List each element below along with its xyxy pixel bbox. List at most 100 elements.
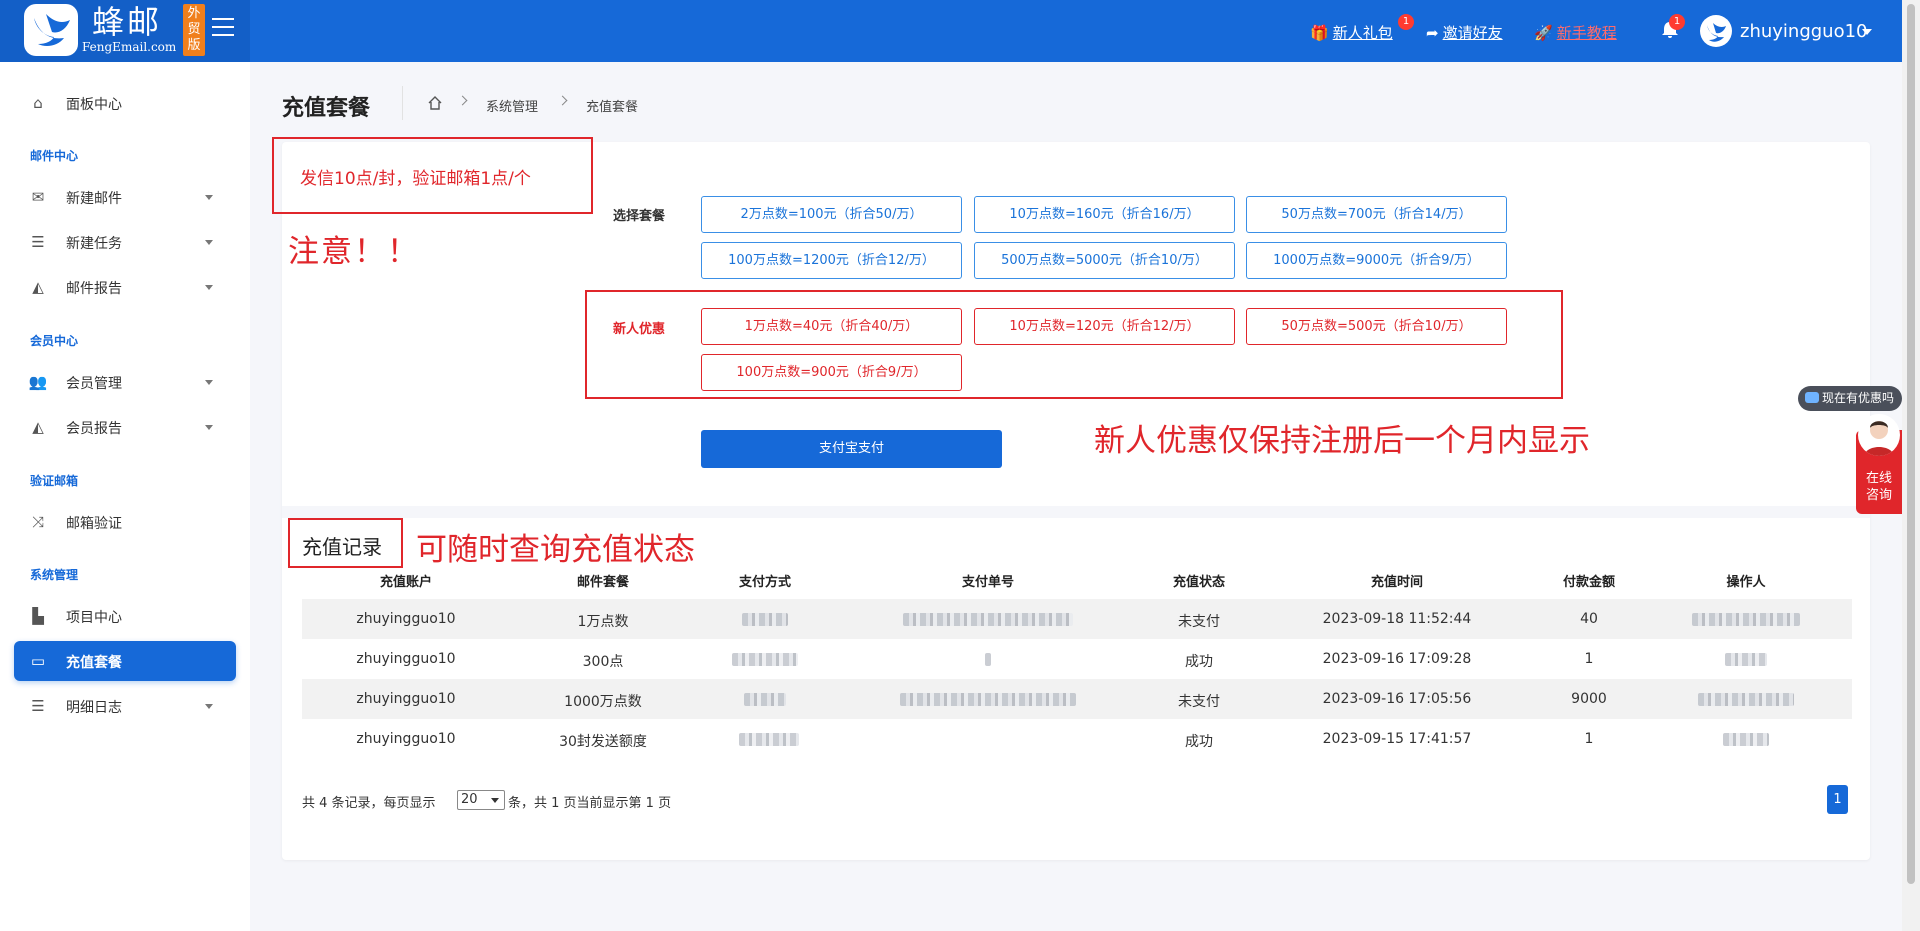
promo-label: 新人优惠	[613, 322, 666, 337]
sidebar-item-new-mail[interactable]: ✉ 新建邮件	[14, 177, 236, 217]
chevron-down-icon	[205, 425, 213, 430]
redacted-payment-method	[742, 613, 788, 626]
redacted-payment-method	[744, 693, 786, 706]
chevron-down-icon	[205, 704, 213, 709]
chevron-down-icon[interactable]	[1862, 29, 1872, 35]
pager-summary-suffix: 条，共 1 页当前显示第 1 页	[508, 796, 672, 811]
list-icon: ☰	[31, 233, 45, 251]
page-scrollbar[interactable]	[1902, 0, 1920, 931]
sidebar-group-member: 会员中心	[30, 334, 79, 348]
page-size-select[interactable]: 20	[457, 790, 505, 810]
chevron-down-icon	[205, 380, 213, 385]
sidebar-item-detail-log[interactable]: ☰ 明细日志	[14, 686, 236, 726]
home-icon[interactable]	[427, 95, 443, 111]
avatar[interactable]	[1700, 15, 1732, 47]
envelope-icon: ✉	[31, 188, 45, 206]
redacted-order-number	[985, 653, 991, 666]
chevron-down-icon	[205, 195, 213, 200]
package-option[interactable]: 1000万点数=9000元（折合9/万）	[1246, 242, 1507, 279]
promo-option[interactable]: 1万点数=40元（折合40/万）	[701, 308, 962, 345]
table-row: zhuyingguo10 1万点数 未支付 2023-09-18 11:52:4…	[302, 599, 1852, 639]
chat-icon	[1805, 392, 1819, 403]
share-icon: ➦	[1426, 24, 1439, 42]
package-label: 选择套餐	[613, 209, 666, 224]
pager-summary: 共 4 条记录，每页显示	[302, 796, 436, 811]
sidebar-item-dashboard[interactable]: ⌂ 面板中心	[14, 83, 236, 123]
column-header: 支付方式	[738, 575, 792, 590]
sidebar-group-verify: 验证邮箱	[30, 474, 79, 488]
package-option[interactable]: 100万点数=1200元（折合12/万）	[701, 242, 962, 279]
page-number-button[interactable]: 1	[1827, 785, 1848, 814]
annotation-promo-note: 新人优惠仅保持注册后一个月内显示	[1094, 423, 1590, 459]
redacted-operator	[1723, 733, 1769, 746]
redacted-order-number	[900, 693, 1076, 706]
brand-title: 蜂邮	[92, 3, 163, 41]
beginner-guide-link[interactable]: 🚀 新手教程	[1534, 22, 1617, 43]
bird-logo-icon	[24, 4, 78, 56]
package-option[interactable]: 2万点数=100元（折合50/万）	[701, 196, 962, 233]
promo-chat-chip[interactable]: 现在有优惠吗	[1798, 386, 1902, 411]
column-header: 操作人	[1726, 575, 1766, 590]
package-option[interactable]: 10万点数=160元（折合16/万）	[974, 196, 1235, 233]
brand-edition-badge: 外贸版	[183, 4, 205, 56]
breadcrumb-system[interactable]: 系统管理	[486, 96, 538, 115]
alipay-button[interactable]: 支付宝支付	[701, 430, 1002, 468]
sidebar-group-mail: 邮件中心	[30, 149, 79, 163]
scrollbar-thumb[interactable]	[1907, 4, 1915, 884]
brand-subtitle: FengEmail.com	[82, 40, 177, 54]
redacted-operator	[1725, 653, 1767, 666]
package-option[interactable]: 50万点数=700元（折合14/万）	[1246, 196, 1507, 233]
chevron-down-icon	[491, 798, 499, 803]
sidebar-group-system: 系统管理	[30, 568, 79, 582]
breadcrumb-current: 充值套餐	[586, 100, 639, 115]
area-chart-icon: ◭	[32, 278, 44, 296]
header-divider	[402, 86, 403, 120]
sidebar-item-email-verify[interactable]: ⤨ 邮箱验证	[14, 502, 236, 542]
promo-option[interactable]: 50万点数=500元（折合10/万）	[1246, 308, 1507, 345]
redacted-operator	[1698, 693, 1794, 706]
promo-option[interactable]: 100万点数=900元（折合9/万）	[701, 354, 962, 391]
annotation-note: 发信10点/封，验证邮箱1点/个	[300, 169, 531, 189]
gift-icon: 🎁	[1310, 24, 1329, 42]
table-row: zhuyingguo10 300点 成功 2023-09-16 17:09:28…	[302, 639, 1852, 679]
column-header: 充值时间	[1370, 575, 1424, 590]
breadcrumb-separator-icon	[557, 95, 568, 106]
column-header: 邮件套餐	[576, 575, 630, 590]
package-option[interactable]: 500万点数=5000元（折合10/万）	[974, 242, 1235, 279]
sidebar-item-new-task[interactable]: ☰ 新建任务	[14, 222, 236, 262]
column-header: 充值账户	[379, 575, 433, 590]
redacted-order-number	[903, 613, 1073, 626]
invite-friends-link[interactable]: ➦ 邀请好友	[1426, 22, 1503, 43]
home-icon: ⌂	[33, 94, 43, 112]
menu-toggle-icon[interactable]	[212, 18, 234, 36]
redacted-payment-method	[739, 733, 799, 746]
annotation-record-note: 可随时查询充值状态	[416, 532, 695, 568]
promo-option[interactable]: 10万点数=120元（折合12/万）	[974, 308, 1235, 345]
chevron-down-icon	[205, 285, 213, 290]
sidebar-item-project-center[interactable]: ▙ 项目中心	[14, 596, 236, 636]
area-chart-icon: ◭	[32, 418, 44, 436]
records-title: 充值记录	[302, 535, 382, 559]
column-header: 支付单号	[961, 575, 1015, 590]
sidebar-item-mail-report[interactable]: ◭ 邮件报告	[14, 267, 236, 307]
sidebar: ⌂ 面板中心 邮件中心 ✉ 新建邮件 ☰ 新建任务 ◭ 邮件报告 会员中心 👥 …	[0, 62, 250, 931]
username[interactable]: zhuyingguo10	[1740, 21, 1868, 42]
sidebar-item-recharge[interactable]: ▭ 充值套餐	[14, 641, 236, 681]
redacted-payment-method	[732, 653, 798, 666]
table-row: zhuyingguo10 30封发送额度 成功 2023-09-15 17:41…	[302, 719, 1852, 759]
annotation-attention: 注意！！	[288, 234, 420, 270]
breadcrumb-separator-icon	[457, 95, 468, 106]
page-title: 充值套餐	[282, 96, 371, 121]
notification-badge: 1	[1669, 14, 1685, 30]
column-header: 付款金额	[1562, 575, 1616, 590]
column-header: 充值状态	[1172, 575, 1226, 590]
chevron-down-icon	[205, 240, 213, 245]
table-row: zhuyingguo10 1000万点数 未支付 2023-09-16 17:0…	[302, 679, 1852, 719]
sidebar-item-member-management[interactable]: 👥 会员管理	[14, 362, 236, 402]
new-user-gift-link[interactable]: 🎁 新人礼包	[1310, 22, 1393, 43]
sidebar-item-member-report[interactable]: ◭ 会员报告	[14, 407, 236, 447]
users-icon: 👥	[28, 373, 48, 391]
list-icon: ☰	[31, 697, 45, 715]
building-icon: ▙	[32, 607, 44, 625]
wallet-icon: ▭	[30, 652, 46, 670]
